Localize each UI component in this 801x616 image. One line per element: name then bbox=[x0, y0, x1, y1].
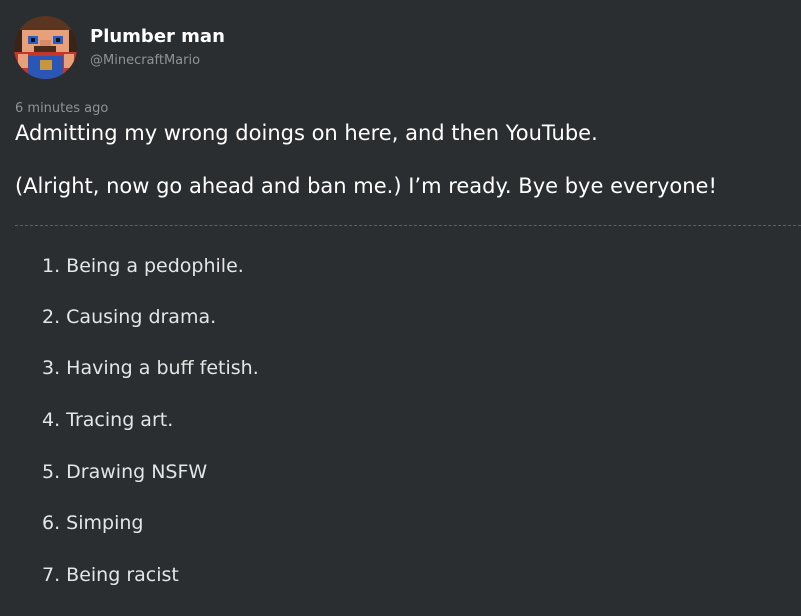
avatar[interactable] bbox=[14, 16, 77, 79]
list-item: 5. Drawing NSFW bbox=[42, 461, 208, 483]
list-item: 6. Simping bbox=[42, 512, 144, 534]
post-text-line: (Alright, now go ahead and ban me.) I’m … bbox=[15, 174, 717, 198]
list-item: 3. Having a buff fetish. bbox=[42, 357, 259, 379]
user-handle[interactable]: @MinecraftMario bbox=[90, 53, 200, 68]
post-card: Plumber man @MinecraftMario 6 minutes ag… bbox=[0, 0, 801, 616]
list-item: 2. Causing drama. bbox=[42, 306, 217, 328]
list-item: 1. Being a pedophile. bbox=[42, 255, 244, 277]
pixel-mario-avatar-icon bbox=[14, 16, 77, 79]
display-name[interactable]: Plumber man bbox=[90, 26, 225, 47]
list-item: 7. Being racist bbox=[42, 564, 179, 586]
timestamp: 6 minutes ago bbox=[15, 101, 109, 116]
post-text-line: Admitting my wrong doings on here, and t… bbox=[15, 121, 598, 145]
divider bbox=[15, 225, 801, 226]
list-item: 4. Tracing art. bbox=[42, 409, 174, 431]
